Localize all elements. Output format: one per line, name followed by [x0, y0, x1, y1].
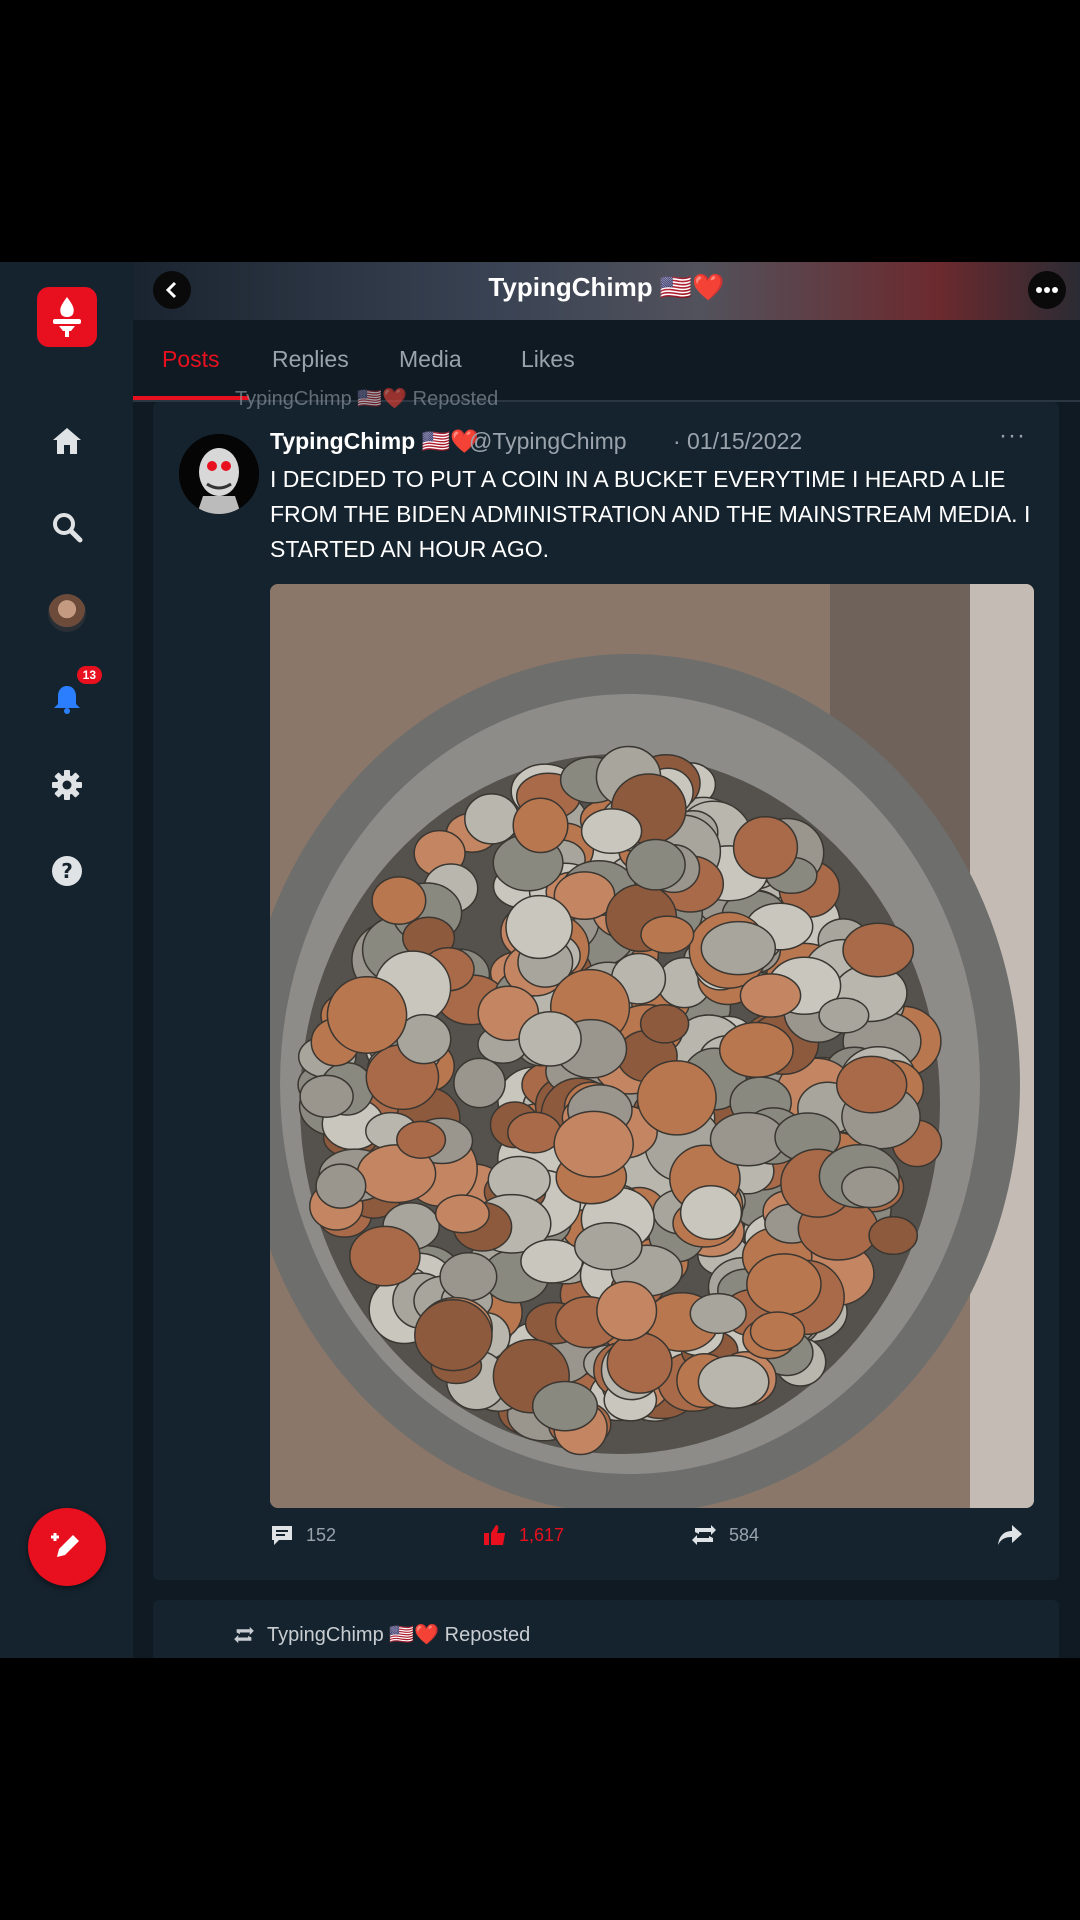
- reply-count: 152: [306, 1524, 337, 1545]
- repost-label: TypingChimp 🇺🇸❤️ Reposted: [235, 388, 499, 410]
- compose-button[interactable]: [28, 1508, 106, 1586]
- app-logo-icon[interactable]: [37, 287, 97, 347]
- coin-shape: [640, 915, 695, 954]
- post-more-button[interactable]: ···: [999, 422, 1026, 450]
- more-dots-icon: [1036, 287, 1058, 293]
- coin-shape: [749, 1311, 806, 1352]
- search-icon[interactable]: [46, 506, 88, 548]
- left-nav: 13 ?: [0, 262, 133, 1658]
- profile-avatar-icon[interactable]: [46, 592, 88, 634]
- coin-shape: [835, 1055, 908, 1114]
- repost-icon: [234, 1626, 254, 1643]
- tab-posts[interactable]: Posts: [162, 346, 220, 373]
- coin-shape: [464, 793, 520, 845]
- coin-shape: [518, 1011, 582, 1067]
- coin-shape: [439, 1252, 498, 1302]
- coin-shape: [505, 894, 573, 960]
- coin-shape: [700, 920, 777, 976]
- coin-shape: [507, 1111, 562, 1154]
- share-action[interactable]: [997, 1524, 1023, 1546]
- post-author-handle[interactable]: @TypingChimp: [469, 428, 627, 455]
- coin-shape: [453, 1057, 506, 1109]
- coin-shape: [625, 838, 686, 891]
- svg-text:?: ?: [61, 859, 73, 883]
- coin-shape: [299, 1074, 354, 1118]
- active-tab-underline: [133, 396, 249, 400]
- coin-shape: [636, 1060, 717, 1136]
- header-title: TypingChimp 🇺🇸❤️: [488, 272, 725, 302]
- coin-shape: [818, 997, 870, 1034]
- bucket-of-coins-image: [270, 584, 1034, 1508]
- share-arrow-icon: [998, 1525, 1022, 1545]
- coin-shape: [434, 1194, 490, 1234]
- coin-shape: [868, 1215, 919, 1256]
- repost-action[interactable]: 584: [691, 1524, 759, 1546]
- coin-shape: [709, 1111, 786, 1167]
- post-card[interactable]: TypingChimp 🇺🇸❤️ Reposted: [153, 1600, 1059, 1658]
- coin-shape: [531, 1380, 599, 1432]
- coin-shape: [606, 1332, 673, 1394]
- coin-shape: [520, 1238, 584, 1284]
- coin-shape: [746, 1253, 822, 1316]
- repost-label-row: TypingChimp 🇺🇸❤️ Reposted: [233, 1622, 530, 1647]
- notifications-bell-icon[interactable]: 13: [46, 666, 102, 720]
- header-more-button[interactable]: [1028, 271, 1066, 309]
- post-text: I DECIDED TO PUT A COIN IN A BUCKET EVER…: [270, 466, 1031, 562]
- coin-shape: [553, 1110, 634, 1178]
- post-author-name[interactable]: TypingChimp 🇺🇸❤️: [270, 428, 479, 455]
- coin-shape: [573, 1221, 643, 1271]
- comment-icon: [272, 1526, 292, 1545]
- repost-count: 584: [729, 1524, 760, 1545]
- gear-icon[interactable]: [46, 764, 88, 806]
- like-action[interactable]: 1,617: [483, 1524, 564, 1546]
- repost-icon: [692, 1525, 716, 1545]
- coin-shape: [512, 797, 569, 854]
- repost-label: TypingChimp 🇺🇸❤️ Reposted: [267, 1624, 531, 1646]
- coin-shape: [739, 973, 802, 1018]
- like-count: 1,617: [519, 1524, 565, 1545]
- tab-likes[interactable]: Likes: [521, 346, 575, 373]
- coin-shape: [396, 1120, 447, 1159]
- thumbs-up-icon: [484, 1525, 505, 1545]
- app-window: 13 ? TypingChimp 🇺�: [0, 262, 1080, 1658]
- coin-shape: [596, 1280, 658, 1342]
- post-card[interactable]: TypingChimp 🇺🇸❤️ Reposted TypingChimp 🇺🇸…: [153, 388, 1059, 1580]
- coin-shape: [697, 1354, 770, 1409]
- coin-shape: [349, 1225, 421, 1287]
- coin-shape: [371, 876, 427, 926]
- tab-media[interactable]: Media: [399, 346, 462, 373]
- coin-shape: [315, 1163, 367, 1209]
- profile-header: TypingChimp 🇺🇸❤️: [133, 262, 1080, 320]
- tab-replies[interactable]: Replies: [272, 346, 349, 373]
- notification-badge: 13: [76, 666, 102, 684]
- coin-shape: [689, 1292, 747, 1335]
- coin-shape: [639, 1003, 690, 1044]
- coin-shape: [842, 922, 915, 978]
- coin-shape: [732, 815, 799, 880]
- coin-shape: [414, 1299, 493, 1372]
- coin-shape: [718, 1021, 794, 1079]
- coin-shape: [679, 1185, 743, 1241]
- post-author-avatar[interactable]: [179, 434, 259, 514]
- post-date: · 01/15/2022: [673, 428, 803, 454]
- home-icon[interactable]: [46, 420, 88, 462]
- reply-action[interactable]: 152: [270, 1524, 336, 1546]
- coin-shape: [841, 1166, 900, 1209]
- post-image[interactable]: [270, 584, 1034, 1508]
- compose-pencil-icon: [51, 1533, 79, 1557]
- coin-shape: [326, 976, 408, 1054]
- help-icon[interactable]: ?: [46, 850, 88, 892]
- coin-shape: [580, 808, 643, 855]
